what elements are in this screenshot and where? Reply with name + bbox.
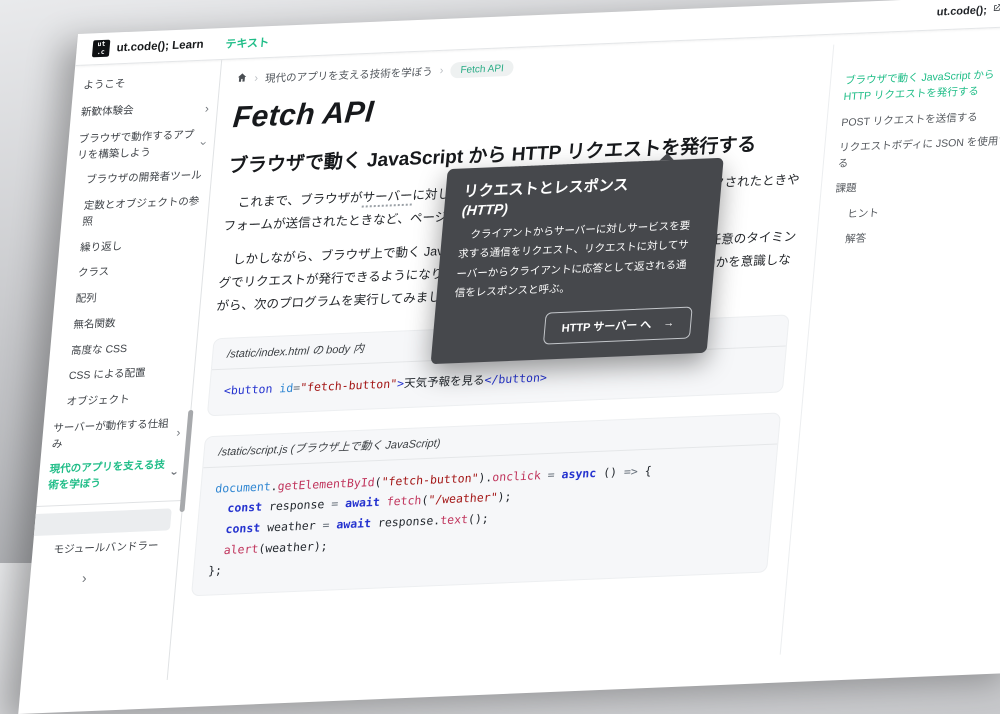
sidebar-item-label: 現代のアプリを支える技術を学ぼう <box>48 458 171 494</box>
sidebar-item-label: クラス <box>77 262 195 283</box>
code-token: "fetch-button" <box>381 470 479 488</box>
code-token: fetch <box>386 493 422 508</box>
site-logo-text: .c <box>97 48 105 55</box>
breadcrumb-section[interactable]: 現代のアプリを支える技術を学ぼう <box>264 64 433 86</box>
chevron-down-icon[interactable]: › <box>195 141 213 146</box>
toc-item[interactable]: リクエストボディに JSON を使用する <box>837 133 1000 173</box>
code-token: const <box>225 521 261 536</box>
nav-link-text[interactable]: テキスト <box>225 34 270 52</box>
code-token: async <box>561 466 597 481</box>
code-token: text <box>440 512 469 527</box>
tooltip-body: クライアントからサーバーに対しサービスを要求する通信をリクエスト、リクエストに対… <box>454 217 701 305</box>
chevron-right-icon[interactable]: › <box>204 99 210 117</box>
chevron-right-icon[interactable]: › <box>176 423 182 441</box>
code-token: await <box>345 495 381 510</box>
breadcrumb-separator: › <box>439 65 444 77</box>
code-token: document <box>215 479 272 495</box>
sidebar-item-label: ようこそ <box>83 73 212 94</box>
external-link-icon <box>991 3 1000 16</box>
sidebar-item-label: 高度な CSS <box>70 339 188 360</box>
code-token: ). <box>478 470 493 485</box>
toc-item[interactable]: 解答 <box>844 225 1000 248</box>
sidebar-item-label: ブラウザで動作するアプリを構築しよう <box>77 127 200 163</box>
external-site-link[interactable]: ut.code(); <box>936 3 1000 19</box>
sidebar-collapse-button[interactable]: › <box>81 570 87 586</box>
code-token: { <box>637 463 652 478</box>
sidebar-item[interactable]: 定数とオブジェクトの参照 <box>60 189 210 237</box>
sidebar-item-label: サーバーが動作する仕組み <box>51 416 174 452</box>
chevron-down-icon[interactable]: › <box>166 471 184 476</box>
code-token: (); <box>467 511 489 526</box>
sidebar-item-label: ブラウザの開発者ツール <box>85 169 203 190</box>
toc-list: ブラウザで動く JavaScript から HTTP リクエストを発行するPOS… <box>830 66 1000 248</box>
sidebar-item[interactable]: 現代のアプリを支える技術を学ぼう› <box>37 452 187 500</box>
code-token: 天気予報を見る <box>403 373 485 390</box>
code-token: onclick <box>492 468 542 484</box>
glossary-tooltip: リクエストとレスポンス (HTTP) クライアントからサーバーに対しサービスを要… <box>431 158 724 364</box>
sidebar-item-label: モジュールバンドラー <box>53 538 171 559</box>
section-heading-text: を発行する <box>660 134 757 159</box>
code-block-body[interactable]: document.getElementById("fetch-button").… <box>192 444 777 595</box>
code-token: (weather); <box>258 539 328 556</box>
sidebar-divider <box>36 500 182 507</box>
brand-title[interactable]: ut.code(); Learn <box>116 38 204 54</box>
sidebar-item-label: 定数とオブジェクトの参照 <box>82 194 202 230</box>
sidebar-item[interactable]: モジュールバンドラー <box>31 533 179 565</box>
code-token: await <box>336 516 372 531</box>
code-token: response. <box>370 513 440 530</box>
code-token: getElementById <box>277 475 375 493</box>
site-logo[interactable]: ut .c <box>92 40 110 58</box>
sidebar-active-highlight <box>34 508 172 536</box>
sidebar-item[interactable]: サーバーが動作する仕組み› <box>41 411 191 459</box>
code-token: response <box>261 497 331 514</box>
sidebar-item-label: 新歓体験会 <box>80 101 201 122</box>
code-token: }; <box>208 563 223 578</box>
code-token: weather <box>260 518 324 535</box>
tooltip-http-server-button[interactable]: HTTP サーバー へ → <box>543 306 692 344</box>
code-token: "fetch-button" <box>300 376 398 394</box>
arrow-right-icon: → <box>663 317 675 329</box>
tooltip-button-label: HTTP サーバー へ <box>561 316 652 336</box>
code-token: </button> <box>484 370 548 387</box>
breadcrumb-current-badge[interactable]: Fetch API <box>450 60 515 79</box>
sidebar-item[interactable]: ブラウザで動作するアプリを構築しよう› <box>66 122 216 170</box>
sidebar-item-label: 繰り返し <box>79 236 197 257</box>
code-token: = <box>540 467 562 482</box>
tooltip-pointer <box>660 153 675 161</box>
sidebar-item-label: 無名関数 <box>73 313 191 334</box>
sidebar-item-label: オブジェクト <box>66 390 184 411</box>
paragraph-text: これまで、ブラウザが <box>237 191 363 210</box>
code-token <box>211 522 226 537</box>
code-token: () <box>596 464 625 479</box>
home-icon[interactable] <box>236 72 248 86</box>
external-site-link-label: ut.code(); <box>936 4 987 18</box>
code-token: const <box>227 500 263 515</box>
tooltip-footer: HTTP サーバー へ → <box>450 306 693 348</box>
code-token <box>213 501 228 516</box>
breadcrumb-separator: › <box>254 72 259 84</box>
code-token <box>209 543 224 558</box>
sidebar-item-label: 配列 <box>75 287 193 308</box>
sidebar-item-label: CSS による配置 <box>68 365 186 386</box>
toc-item[interactable]: 課題 <box>835 174 1000 197</box>
toc-item[interactable]: POST リクエストを送信する <box>841 107 1000 130</box>
code-token: alert <box>223 541 259 556</box>
code-token: "/weather" <box>428 490 498 507</box>
page-title: Fetch API <box>232 77 811 135</box>
toc-item[interactable]: ヒント <box>847 199 1000 222</box>
tooltip-trigger-term[interactable]: サーバー <box>362 189 413 208</box>
app-window: ut .c ut.code(); Learn テキスト ut.code(); よ… <box>18 0 1000 714</box>
toc-item[interactable]: ブラウザで動く JavaScript から HTTP リクエストを発行する <box>843 66 1000 106</box>
code-token: <button <box>223 382 273 398</box>
code-block: /static/script.js (ブラウザ上で動く JavaScript)d… <box>191 412 781 596</box>
code-token: ); <box>497 490 512 505</box>
